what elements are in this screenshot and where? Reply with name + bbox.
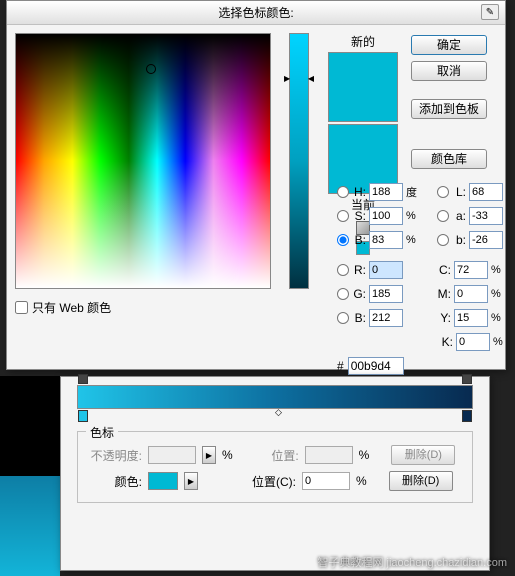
k-label: K:	[439, 335, 453, 349]
b-rgb-radio[interactable]	[337, 312, 349, 324]
new-color-label: 新的	[351, 33, 375, 50]
position1-unit: %	[359, 448, 370, 462]
color-stop-right[interactable]	[462, 410, 472, 422]
color-dialog-titlebar[interactable]: 选择色标颜色: ✎	[7, 1, 505, 25]
g-label: G:	[352, 287, 366, 301]
h-unit: 度	[406, 184, 420, 200]
k-input[interactable]	[456, 333, 490, 351]
m-label: M:	[437, 287, 451, 301]
r-input[interactable]	[369, 261, 403, 279]
delete-color-button[interactable]: 删除(D)	[389, 471, 453, 491]
color-stop-left[interactable]	[78, 410, 88, 422]
c-label: C:	[437, 263, 451, 277]
color-spectrum[interactable]	[15, 33, 271, 289]
opacity-stop-left[interactable]	[78, 374, 88, 384]
l-label: L:	[452, 185, 466, 199]
web-colors-input[interactable]	[15, 301, 28, 314]
h-input[interactable]	[369, 183, 403, 201]
c-unit: %	[491, 264, 505, 276]
web-colors-label: 只有 Web 颜色	[32, 299, 111, 316]
opacity-input	[148, 446, 196, 464]
hex-input[interactable]	[348, 357, 404, 375]
m-unit: %	[491, 288, 505, 300]
ok-button[interactable]: 确定	[411, 35, 487, 55]
gradient-bar[interactable]: ◇	[77, 385, 473, 409]
color-library-button[interactable]: 颜色库	[411, 149, 487, 169]
r-radio[interactable]	[337, 264, 349, 276]
m-input[interactable]	[454, 285, 488, 303]
hue-arrow-right-icon: ◀	[308, 74, 314, 83]
r-label: R:	[352, 263, 366, 277]
k-unit: %	[493, 336, 507, 348]
opacity-dropdown-icon: ▶	[202, 446, 216, 464]
a-label: a:	[452, 209, 466, 223]
stops-group: 色标 不透明度: ▶ % 位置: % 删除(D) 颜色: ▶ 位置(C):	[77, 431, 473, 503]
lab-b-input[interactable]	[469, 231, 503, 249]
b-hsb-label: B:	[352, 233, 366, 247]
h-radio[interactable]	[337, 186, 349, 198]
opacity-stop-right[interactable]	[462, 374, 472, 384]
c-input[interactable]	[454, 261, 488, 279]
midpoint-icon[interactable]: ◇	[275, 407, 282, 418]
b-rgb-input[interactable]	[369, 309, 403, 327]
add-swatch-button[interactable]: 添加到色板	[411, 99, 487, 119]
hue-slider[interactable]: ▶ ◀	[289, 33, 309, 289]
b-radio[interactable]	[337, 234, 349, 246]
watermark-text: 智子典教程网 jiaocheng.chazidian.com	[317, 554, 507, 570]
color-dropdown-icon[interactable]: ▶	[184, 472, 198, 490]
l-radio[interactable]	[437, 186, 449, 198]
g-input[interactable]	[369, 285, 403, 303]
l-input[interactable]	[469, 183, 503, 201]
spectrum-cursor-icon	[146, 64, 156, 74]
gradient-editor-dialog: ◇ 色标 不透明度: ▶ % 位置: % 删除(D) 颜色: ▶ 位	[60, 376, 490, 571]
h-label: H:	[352, 185, 366, 199]
color-values-panel: H: 度 L: S: % a: B: % b: R:	[337, 181, 507, 375]
s-label: S:	[352, 209, 366, 223]
web-colors-checkbox[interactable]: 只有 Web 颜色	[15, 299, 275, 316]
background-swatch	[0, 376, 60, 576]
y-unit: %	[491, 312, 505, 324]
stops-group-label: 色标	[86, 424, 118, 441]
b-hsb-unit: %	[406, 234, 420, 246]
lab-b-label: b:	[452, 233, 466, 247]
new-color-swatch	[328, 52, 398, 122]
hue-arrow-left-icon: ▶	[284, 74, 290, 83]
g-radio[interactable]	[337, 288, 349, 300]
b-rgb-label: B:	[352, 311, 366, 325]
cancel-button[interactable]: 取消	[411, 61, 487, 81]
s-input[interactable]	[369, 207, 403, 225]
a-radio[interactable]	[437, 210, 449, 222]
color-picker-dialog: 选择色标颜色: ✎ 只有 Web 颜色 ▶ ◀ 新的 当前	[6, 0, 506, 370]
s-radio[interactable]	[337, 210, 349, 222]
hex-prefix: #	[337, 359, 344, 373]
a-input[interactable]	[469, 207, 503, 225]
position1-input	[305, 446, 353, 464]
dialog-brush-icon[interactable]: ✎	[481, 4, 499, 20]
y-input[interactable]	[454, 309, 488, 327]
y-label: Y:	[437, 311, 451, 325]
position1-label: 位置:	[263, 447, 299, 464]
position2-input[interactable]	[302, 472, 350, 490]
b-hsb-input[interactable]	[369, 231, 403, 249]
opacity-label: 不透明度:	[86, 447, 142, 464]
color-label: 颜色:	[86, 473, 142, 490]
opacity-unit: %	[222, 448, 233, 462]
position2-label: 位置(C):	[246, 473, 296, 490]
position2-unit: %	[356, 474, 367, 488]
delete-opacity-button: 删除(D)	[391, 445, 455, 465]
color-dialog-title: 选择色标颜色:	[218, 4, 293, 21]
s-unit: %	[406, 210, 420, 222]
stop-color-swatch[interactable]	[148, 472, 178, 490]
lab-b-radio[interactable]	[437, 234, 449, 246]
